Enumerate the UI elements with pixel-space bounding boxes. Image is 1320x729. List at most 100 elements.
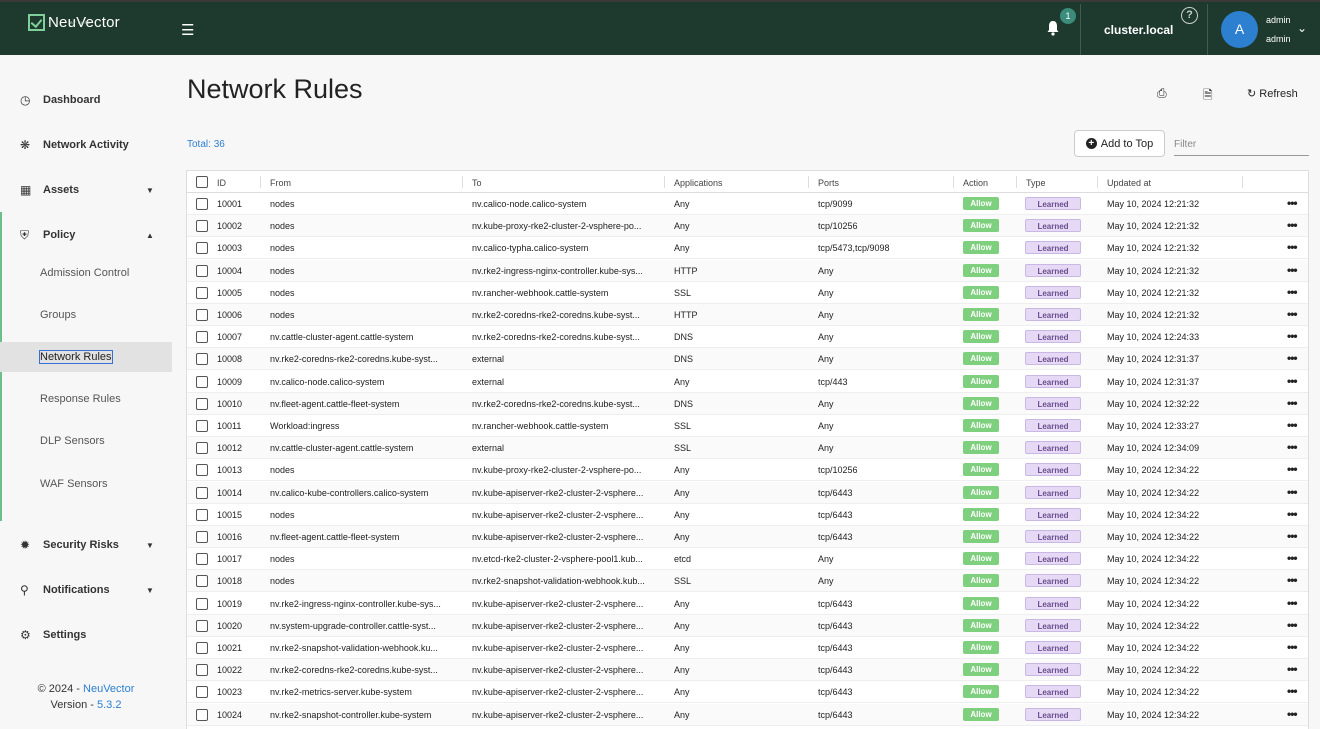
table-row[interactable]: 10008 nv.rke2-coredns-rke2-coredns.kube-s… [187, 348, 1308, 371]
row-actions-menu-icon[interactable]: ••• [1287, 529, 1298, 543]
row-checkbox[interactable] [196, 198, 208, 210]
table-row[interactable]: 10006 nodes nv.rke2-coredns-rke2-coredns.k… [187, 304, 1308, 326]
print-icon[interactable]: ⎙ [1157, 86, 1167, 101]
row-actions-menu-icon[interactable]: ••• [1287, 551, 1298, 565]
table-row[interactable]: 10011 Workload:ingress nv.rancher-webhook.… [187, 415, 1308, 437]
sidebar-subitem-admission-control[interactable]: Admission Control [40, 267, 129, 279]
row-checkbox[interactable] [196, 486, 208, 499]
table-row[interactable]: 10018 nodes nv.rke2-snapshot-validation-we… [187, 570, 1308, 593]
row-checkbox[interactable] [196, 242, 208, 255]
table-row[interactable]: 10013 nodes nv.kube-proxy-rke2-cluster-2-v… [187, 459, 1308, 482]
row-actions-menu-icon[interactable]: ••• [1287, 684, 1298, 698]
row-checkbox[interactable] [196, 553, 208, 566]
column-header-from[interactable]: From [270, 178, 291, 188]
table-row[interactable]: 10002 nodes nv.kube-proxy-rke2-cluster-2-v… [187, 215, 1308, 238]
row-actions-menu-icon[interactable]: ••• [1287, 640, 1298, 654]
row-checkbox[interactable] [196, 375, 208, 388]
row-checkbox[interactable] [196, 508, 208, 521]
table-row[interactable]: 10021 nv.rke2-snapshot-validation-webhook… [187, 637, 1308, 659]
row-actions-menu-icon[interactable]: ••• [1287, 462, 1298, 476]
row-checkbox[interactable] [196, 420, 208, 432]
row-checkbox[interactable] [196, 353, 208, 366]
row-actions-menu-icon[interactable]: ••• [1287, 240, 1298, 254]
row-actions-menu-icon[interactable]: ••• [1287, 440, 1298, 454]
row-checkbox[interactable] [196, 642, 208, 654]
row-checkbox[interactable] [196, 264, 208, 277]
table-row[interactable]: 10010 nv.fleet-agent.cattle-fleet-system n… [187, 392, 1308, 415]
table-row[interactable]: 10015 nodes nv.kube-apiserver-rke2-cluster… [187, 504, 1308, 526]
table-row[interactable]: 10004 nodes nv.rke2-ingress-nginx-controll… [187, 259, 1308, 282]
row-actions-menu-icon[interactable]: ••• [1287, 418, 1298, 432]
table-row[interactable]: 10024 nv.rke2-snapshot-controller.kube-sy… [187, 703, 1308, 726]
row-actions-menu-icon[interactable]: ••• [1287, 507, 1298, 521]
row-checkbox[interactable] [196, 575, 208, 588]
sidebar-subitem-groups[interactable]: Groups [40, 309, 76, 321]
add-to-top-button[interactable]: + Add to Top [1074, 130, 1165, 157]
sidebar-item-policy[interactable]: ⛨ Policy ▲ [0, 223, 172, 247]
table-row[interactable]: 10019 nv.rke2-ingress-nginx-controller.ku… [187, 593, 1308, 615]
sidebar-item-dashboard[interactable]: ◷ Dashboard [0, 88, 172, 112]
table-row[interactable]: 10014 nv.calico-kube-controllers.calico-s… [187, 481, 1308, 504]
sidebar-subitem-response-rules[interactable]: Response Rules [40, 393, 121, 405]
row-actions-menu-icon[interactable]: ••• [1287, 596, 1298, 610]
row-checkbox[interactable] [196, 220, 208, 233]
select-all-checkbox[interactable] [196, 176, 208, 188]
table-row[interactable]: 10023 nv.rke2-metrics-server.kube-system n… [187, 681, 1308, 704]
row-checkbox[interactable] [196, 397, 208, 410]
row-actions-menu-icon[interactable]: ••• [1287, 485, 1298, 499]
row-actions-menu-icon[interactable]: ••• [1287, 329, 1298, 343]
export-icon[interactable]: 🗎 [1203, 86, 1213, 107]
sidebar-item-security-risks[interactable]: ✹ Security Risks ▼ [0, 533, 172, 557]
sidebar-subitem-waf-sensors[interactable]: WAF Sensors [40, 478, 107, 490]
row-actions-menu-icon[interactable]: ••• [1287, 351, 1298, 365]
row-checkbox[interactable] [196, 309, 208, 321]
table-row[interactable]: 10017 nodes nv.etcd-rke2-cluster-2-vsphere… [187, 548, 1308, 571]
table-row[interactable]: 10016 nv.fleet-agent.cattle-fleet-system n… [187, 526, 1308, 548]
sidebar-item-notifications[interactable]: ⚲ Notifications ▼ [0, 578, 172, 602]
row-actions-menu-icon[interactable]: ••• [1287, 307, 1298, 321]
table-row[interactable]: 10022 nv.rke2-coredns-rke2-coredns.kube-s… [187, 659, 1308, 682]
sidebar-subitem-dlp-sensors[interactable]: DLP Sensors [40, 435, 105, 447]
row-actions-menu-icon[interactable]: ••• [1287, 618, 1298, 632]
table-row[interactable]: 10012 nv.cattle-cluster-agent.cattle-syst… [187, 437, 1308, 460]
help-icon[interactable]: ? [1181, 7, 1198, 24]
notifications-bell-icon[interactable] [1046, 20, 1060, 36]
row-checkbox[interactable] [196, 686, 208, 699]
table-row[interactable]: 10007 nv.cattle-cluster-agent.cattle-syst… [187, 326, 1308, 349]
column-header-ports[interactable]: Ports [818, 178, 839, 188]
row-actions-menu-icon[interactable]: ••• [1287, 218, 1298, 232]
sidebar-item-assets[interactable]: ▦ Assets ▼ [0, 178, 172, 202]
row-actions-menu-icon[interactable]: ••• [1287, 263, 1298, 277]
row-actions-menu-icon[interactable]: ••• [1287, 285, 1298, 299]
row-checkbox[interactable] [196, 286, 208, 299]
table-row[interactable]: 10005 nodes nv.rancher-webhook.cattle-syst… [187, 282, 1308, 304]
row-checkbox[interactable] [196, 708, 208, 721]
row-actions-menu-icon[interactable]: ••• [1287, 662, 1298, 676]
row-checkbox[interactable] [196, 597, 208, 610]
table-row[interactable]: 10020 nv.system-upgrade-controller.cattle… [187, 614, 1308, 637]
sidebar-subitem-network-rules[interactable]: Network Rules [39, 350, 113, 364]
filter-input[interactable] [1174, 134, 1309, 156]
cluster-selector[interactable]: cluster.local [1104, 23, 1173, 37]
column-header-action[interactable]: Action [963, 178, 988, 188]
table-row[interactable]: 10003 nodes nv.calico-typha.calico-system A… [187, 237, 1308, 260]
table-row[interactable]: 10001 nodes nv.calico-node.calico-system An… [187, 193, 1308, 215]
row-actions-menu-icon[interactable]: ••• [1287, 396, 1298, 410]
column-header-type[interactable]: Type [1026, 178, 1046, 188]
row-checkbox[interactable] [196, 331, 208, 344]
row-checkbox[interactable] [196, 442, 208, 455]
brand-link[interactable]: NeuVector [83, 683, 134, 695]
row-checkbox[interactable] [196, 664, 208, 677]
column-header-applications[interactable]: Applications [674, 178, 723, 188]
row-checkbox[interactable] [196, 619, 208, 632]
column-header-updated-at[interactable]: Updated at [1107, 178, 1151, 188]
row-actions-menu-icon[interactable]: ••• [1287, 374, 1298, 388]
row-actions-menu-icon[interactable]: ••• [1287, 196, 1298, 210]
sidebar-item-settings[interactable]: ⚙ Settings [0, 623, 172, 647]
sidebar-item-network-activity[interactable]: ❋ Network Activity [0, 133, 172, 157]
column-header-id[interactable]: ID [217, 178, 226, 188]
column-header-to[interactable]: To [472, 178, 482, 188]
row-checkbox[interactable] [196, 531, 208, 543]
row-actions-menu-icon[interactable]: ••• [1287, 573, 1298, 587]
row-checkbox[interactable] [196, 464, 208, 477]
